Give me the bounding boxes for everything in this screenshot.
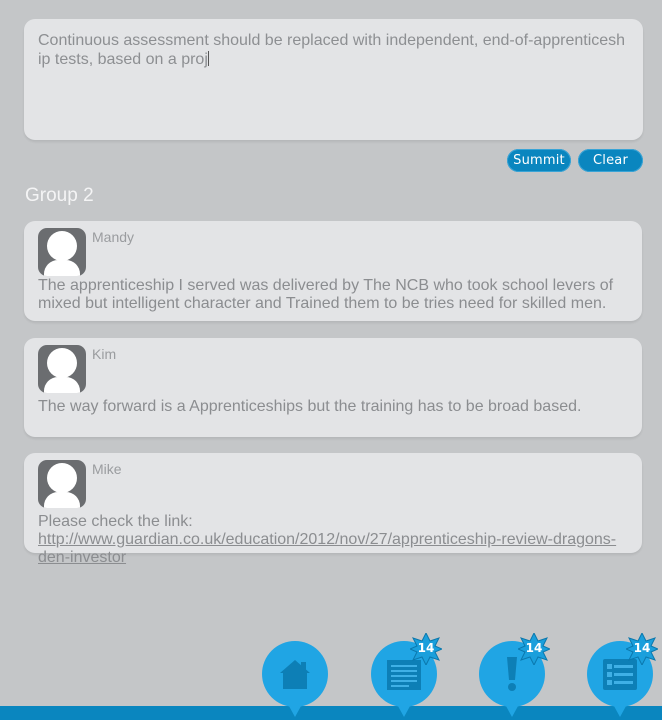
group-title: Group 2 xyxy=(25,185,94,206)
post-author: Mandy xyxy=(92,229,135,245)
avatar-icon xyxy=(38,345,86,393)
bottom-bar xyxy=(0,706,662,720)
post-author: Mike xyxy=(92,461,122,477)
post-link[interactable]: http://www.guardian.co.uk/education/2012… xyxy=(38,531,616,566)
text-caret xyxy=(207,51,209,66)
notification-badge: 14 xyxy=(626,633,658,665)
post-card: Kim The way forward is a Apprenticeships… xyxy=(24,338,642,437)
post-text-prefix: Please check the link: xyxy=(38,513,193,530)
compose-textarea[interactable]: Continuous assessment should be replaced… xyxy=(24,19,643,140)
notification-badge: 14 xyxy=(518,633,550,665)
nav-alerts-button[interactable]: 14 xyxy=(479,633,550,720)
post-author: Kim xyxy=(92,346,117,362)
avatar-icon xyxy=(38,460,86,508)
nav-documents-button[interactable]: 14 xyxy=(371,633,442,720)
avatar-icon xyxy=(38,228,86,276)
home-icon xyxy=(280,660,310,689)
post-text: The apprenticeship I served was delivere… xyxy=(38,277,614,312)
nav-home-button[interactable] xyxy=(262,641,328,720)
post-text: Please check the link: http://www.guardi… xyxy=(38,513,628,567)
submit-button[interactable]: Summit xyxy=(507,149,571,172)
clear-button[interactable]: Clear xyxy=(578,149,643,172)
compose-text: Continuous assessment should be replaced… xyxy=(38,32,626,68)
notification-badge: 14 xyxy=(410,633,442,665)
post-card: Mike Please check the link: http://www.g… xyxy=(24,453,642,566)
post-card: Mandy The apprenticeship I served was de… xyxy=(24,221,642,321)
post-text: The way forward is a Apprenticeships but… xyxy=(38,398,582,415)
nav-list-button[interactable]: 14 xyxy=(587,633,658,720)
